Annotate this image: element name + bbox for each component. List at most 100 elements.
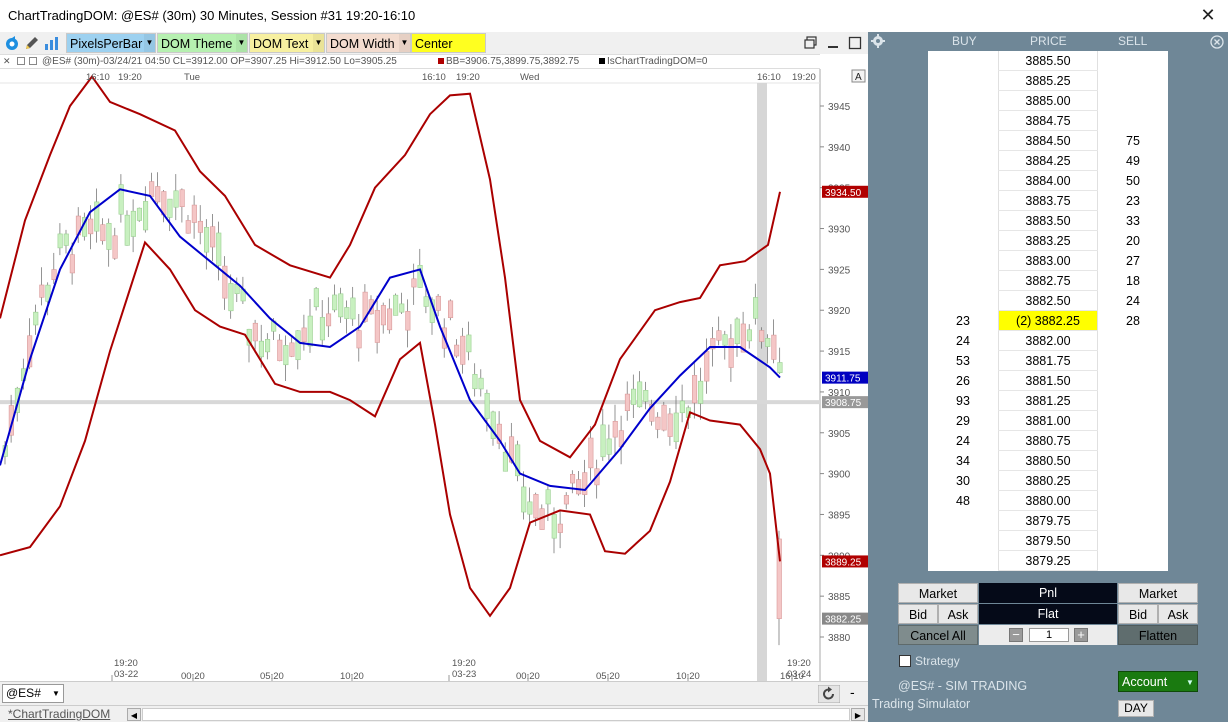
- flatten-button[interactable]: Flatten: [1118, 625, 1198, 645]
- dom-theme-button[interactable]: DOM Theme ▼: [157, 33, 248, 53]
- draw-pencil-icon[interactable]: [24, 35, 40, 51]
- refresh-icon[interactable]: [4, 35, 20, 51]
- chevron-down-icon[interactable]: ▼: [313, 34, 324, 52]
- price-cell[interactable]: 3884.50: [998, 131, 1098, 151]
- bid-sell-button[interactable]: Bid: [1118, 604, 1158, 624]
- minus-icon[interactable]: −: [1009, 628, 1023, 642]
- buy-size-cell[interactable]: 24: [928, 331, 998, 351]
- sell-size-cell[interactable]: 75: [1098, 131, 1168, 151]
- sell-size-cell[interactable]: 49: [1098, 151, 1168, 171]
- pixels-per-bar-button[interactable]: PixelsPerBar ▼: [66, 33, 156, 53]
- price-cell[interactable]: 3882.00: [998, 331, 1098, 351]
- chevron-down-icon[interactable]: ▼: [1184, 672, 1196, 693]
- price-cell[interactable]: 3881.50: [998, 371, 1098, 391]
- ladder-row[interactable]: 24 3880.75: [928, 431, 1168, 451]
- buy-size-cell[interactable]: 34: [928, 451, 998, 471]
- price-cell[interactable]: 3880.75: [998, 431, 1098, 451]
- center-dom-button[interactable]: Center DOM: [411, 33, 486, 71]
- scroll-right-icon[interactable]: ▶: [851, 708, 865, 721]
- indicator-icon[interactable]: [44, 35, 60, 51]
- price-cell[interactable]: 3881.00: [998, 411, 1098, 431]
- price-cell[interactable]: 3879.75: [998, 511, 1098, 531]
- minimize-pane-icon[interactable]: [826, 36, 840, 50]
- chevron-down-icon[interactable]: ▼: [144, 34, 155, 52]
- price-ladder[interactable]: 3885.50 3885.25 3885.00 3884.75 3884.50 75 388…: [928, 51, 1168, 571]
- price-cell[interactable]: 3882.50: [998, 291, 1098, 311]
- ladder-row[interactable]: 3879.75: [928, 511, 1168, 531]
- sell-size-cell[interactable]: 28: [1098, 311, 1168, 331]
- price-cell[interactable]: 3879.25: [998, 551, 1098, 571]
- horizontal-scrollbar[interactable]: [142, 708, 850, 721]
- buy-size-cell[interactable]: 53: [928, 351, 998, 371]
- price-cell[interactable]: 3883.75: [998, 191, 1098, 211]
- symbol-selector[interactable]: @ES# ▼: [2, 684, 64, 703]
- ladder-row[interactable]: 3883.50 33: [928, 211, 1168, 231]
- ladder-row[interactable]: 3884.75: [928, 111, 1168, 131]
- ladder-row[interactable]: 3885.50: [928, 51, 1168, 71]
- ladder-row[interactable]: 48 3880.00: [928, 491, 1168, 511]
- sell-size-cell[interactable]: 24: [1098, 291, 1168, 311]
- ladder-row[interactable]: 3883.25 20: [928, 231, 1168, 251]
- zoom-out-button[interactable]: -: [850, 684, 855, 700]
- ladder-row[interactable]: 26 3881.50: [928, 371, 1168, 391]
- ladder-row-current[interactable]: 23 (2) 3882.25 28: [928, 311, 1168, 331]
- ladder-row[interactable]: 3883.00 27: [928, 251, 1168, 271]
- sell-size-cell[interactable]: 20: [1098, 231, 1168, 251]
- buy-size-cell[interactable]: 30: [928, 471, 998, 491]
- buy-size-cell[interactable]: 23: [928, 311, 998, 331]
- ladder-row[interactable]: 3879.50: [928, 531, 1168, 551]
- buy-size-cell[interactable]: 26: [928, 371, 998, 391]
- ladder-row[interactable]: 29 3881.00: [928, 411, 1168, 431]
- dom-width-button[interactable]: DOM Width ▼: [326, 33, 411, 53]
- buy-size-cell[interactable]: 24: [928, 431, 998, 451]
- maximize-pane-icon[interactable]: [848, 36, 862, 50]
- bid-buy-button[interactable]: Bid: [898, 604, 938, 624]
- sell-size-cell[interactable]: 27: [1098, 251, 1168, 271]
- price-cell[interactable]: 3885.25: [998, 71, 1098, 91]
- price-cell[interactable]: 3882.75: [998, 271, 1098, 291]
- price-cell[interactable]: 3885.00: [998, 91, 1098, 111]
- close-icon[interactable]: [1210, 35, 1224, 49]
- ladder-row[interactable]: 93 3881.25: [928, 391, 1168, 411]
- ladder-row[interactable]: 3884.50 75: [928, 131, 1168, 151]
- strategy-checkbox[interactable]: [899, 655, 911, 667]
- ladder-row[interactable]: 34 3880.50: [928, 451, 1168, 471]
- dom-text-button[interactable]: DOM Text ▼: [249, 33, 325, 53]
- tab-chart-trading-dom[interactable]: *ChartTradingDOM: [8, 707, 110, 721]
- visibility-checkbox[interactable]: [17, 57, 25, 65]
- close-icon[interactable]: ✕: [3, 55, 11, 68]
- price-cell[interactable]: 3880.50: [998, 451, 1098, 471]
- buy-size-cell[interactable]: 48: [928, 491, 998, 511]
- price-cell[interactable]: 3881.25: [998, 391, 1098, 411]
- price-cell[interactable]: 3880.25: [998, 471, 1098, 491]
- ask-sell-button[interactable]: Ask: [1158, 604, 1198, 624]
- price-cell[interactable]: 3883.50: [998, 211, 1098, 231]
- ask-buy-button[interactable]: Ask: [938, 604, 978, 624]
- chevron-down-icon[interactable]: ▼: [399, 34, 410, 52]
- time-in-force-selector[interactable]: DAY: [1118, 700, 1154, 717]
- market-sell-button[interactable]: Market: [1118, 583, 1198, 603]
- gear-icon[interactable]: [871, 34, 885, 48]
- price-chart[interactable]: 16:10 19:20 Tue 16:10 19:20 Wed 16:10 19:20 3945…: [0, 69, 868, 681]
- price-cell[interactable]: 3884.00: [998, 171, 1098, 191]
- price-cell[interactable]: 3879.50: [998, 531, 1098, 551]
- restore-window-icon[interactable]: [804, 36, 818, 50]
- sell-size-cell[interactable]: 23: [1098, 191, 1168, 211]
- ladder-row[interactable]: 3882.75 18: [928, 271, 1168, 291]
- ladder-row[interactable]: 3885.00: [928, 91, 1168, 111]
- sell-size-cell[interactable]: 50: [1098, 171, 1168, 191]
- close-icon[interactable]: ✕: [1196, 4, 1220, 26]
- ladder-row[interactable]: 3884.00 50: [928, 171, 1168, 191]
- account-selector[interactable]: Account ▼: [1118, 671, 1198, 692]
- ladder-row[interactable]: 3879.25: [928, 551, 1168, 571]
- cancel-all-button[interactable]: Cancel All: [898, 625, 978, 645]
- buy-size-cell[interactable]: 93: [928, 391, 998, 411]
- price-cell[interactable]: 3883.25: [998, 231, 1098, 251]
- chevron-down-icon[interactable]: ▼: [236, 34, 247, 52]
- market-buy-button[interactable]: Market: [898, 583, 978, 603]
- chevron-down-icon[interactable]: ▼: [50, 685, 62, 702]
- settings-checkbox[interactable]: [29, 57, 37, 65]
- quantity-input[interactable]: 1: [1029, 628, 1069, 642]
- price-cell[interactable]: 3884.75: [998, 111, 1098, 131]
- ladder-row[interactable]: 3882.50 24: [928, 291, 1168, 311]
